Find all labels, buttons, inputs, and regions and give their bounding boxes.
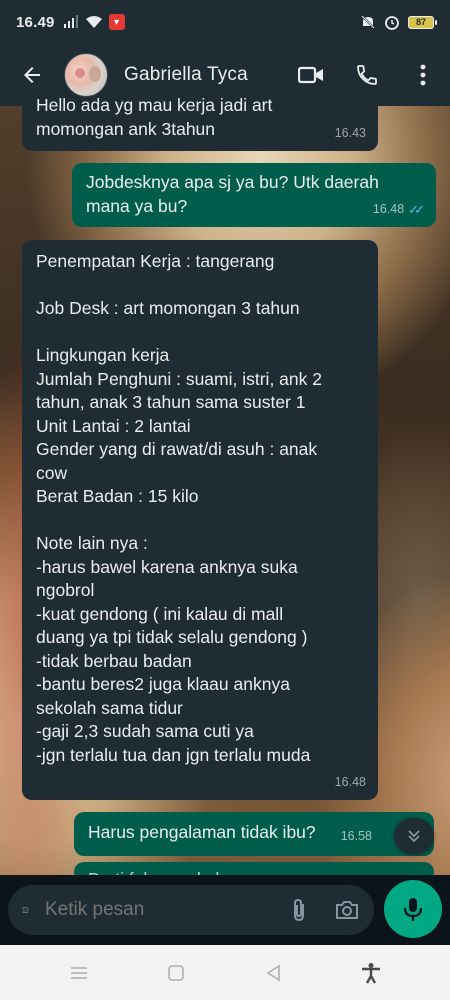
mic-button[interactable] xyxy=(384,880,442,938)
camera-icon[interactable] xyxy=(334,899,360,921)
message-time: 16.58 xyxy=(340,828,372,843)
chat-header: Gabriella Tyca xyxy=(0,44,450,106)
message-meta: 16.43 xyxy=(335,122,366,146)
accessibility-icon[interactable] xyxy=(351,953,391,993)
more-vert-icon[interactable] xyxy=(410,62,436,88)
status-time: 16.49 xyxy=(16,13,55,31)
wifi-icon xyxy=(85,16,102,28)
signal-icon xyxy=(63,15,78,28)
message-time: 16.48 xyxy=(372,201,405,216)
back-icon[interactable] xyxy=(254,953,294,993)
composer-actions xyxy=(290,897,360,923)
mute-icon xyxy=(361,15,375,29)
status-bar: 16.49 ▾ 87 xyxy=(0,0,450,44)
video-call-icon[interactable] xyxy=(298,62,324,88)
contact-name[interactable]: Gabriella Tyca xyxy=(124,64,248,86)
message-meta: 16.48 ✓✓ xyxy=(372,198,425,222)
message-incoming[interactable]: Hello ada yg mau kerja jadi art momongan… xyxy=(22,98,378,151)
read-receipt-icon: ✓✓ xyxy=(408,201,425,217)
scroll-down-button[interactable] xyxy=(394,818,434,854)
message-text: Jobdesknya apa sj ya bu? Utk daerah mana… xyxy=(86,172,379,216)
message-outgoing[interactable]: Jobdesknya apa sj ya bu? Utk daerah mana… xyxy=(72,163,436,227)
home-icon[interactable] xyxy=(156,953,196,993)
back-arrow-icon[interactable] xyxy=(18,61,46,89)
alarm-icon xyxy=(385,16,399,30)
battery-indicator: 87 xyxy=(408,15,437,29)
message-text: Hello ada yg mau kerja jadi art momongan… xyxy=(36,98,273,139)
message-time: 16.48 xyxy=(334,774,366,789)
status-right: 87 xyxy=(360,14,437,30)
header-actions xyxy=(298,62,436,88)
sticker-icon[interactable] xyxy=(22,897,29,923)
signal-indicators: ▾ xyxy=(63,14,125,30)
message-meta: 16.48 xyxy=(335,771,366,795)
message-meta: 16.58 xyxy=(341,825,372,849)
menu-icon[interactable] xyxy=(59,953,99,993)
system-nav-bar xyxy=(0,945,450,1000)
message-incoming[interactable]: Penempatan Kerja : tangerang Job Desk : … xyxy=(22,240,378,800)
message-text: Penempatan Kerja : tangerang Job Desk : … xyxy=(36,251,322,765)
attach-icon[interactable] xyxy=(290,897,308,923)
message-input[interactable] xyxy=(45,899,290,921)
scroll-down-icon xyxy=(408,830,420,843)
contact-avatar[interactable] xyxy=(64,53,108,97)
message-time: 16.43 xyxy=(334,125,366,140)
mic-icon xyxy=(403,898,423,921)
phone-icon[interactable] xyxy=(354,62,380,88)
message-composer xyxy=(8,885,374,935)
notification-app-icon: ▾ xyxy=(108,14,125,30)
message-outgoing[interactable]: Harus pengalaman tidak ibu? 16.58 xyxy=(74,812,434,856)
